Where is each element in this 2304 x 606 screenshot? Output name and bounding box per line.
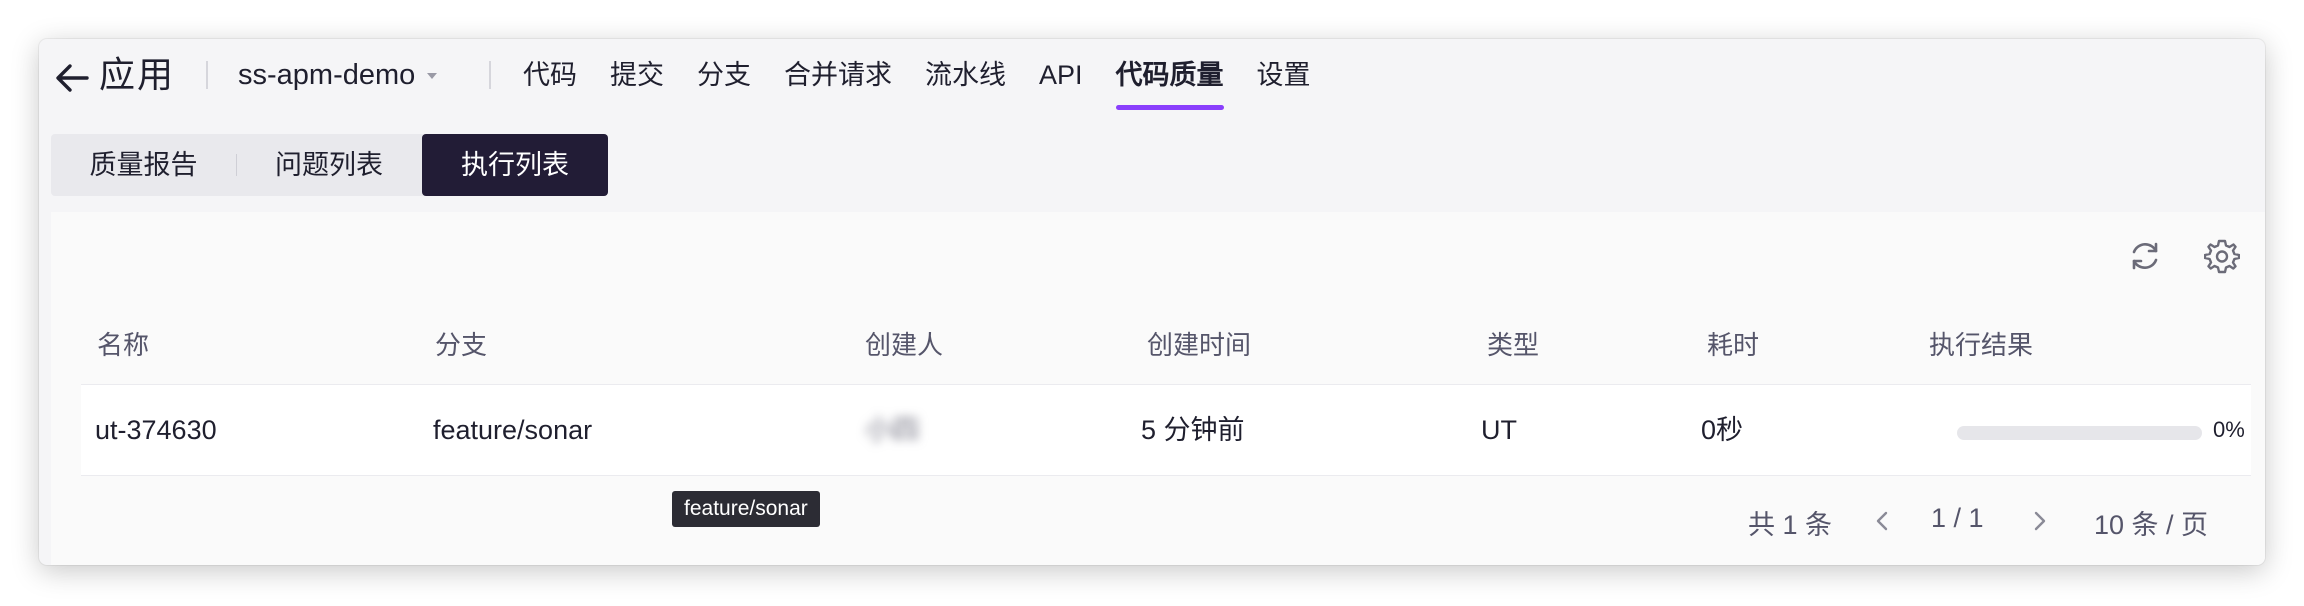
column-header-result: 执行结果 — [1929, 329, 2034, 360]
column-header-duration: 耗时 — [1707, 329, 1760, 360]
cell-branch[interactable]: feature/sonar — [433, 385, 592, 475]
column-header-creator: 创建人 — [865, 329, 944, 360]
prev-page-icon[interactable] — [1871, 509, 1895, 533]
cell-created-time: 5 分钟前 — [1141, 415, 1245, 445]
back-arrow-icon[interactable] — [53, 59, 91, 97]
pagination-page-size[interactable]: 10 条 / 页 — [2094, 503, 2208, 542]
result-progress-bar — [1957, 426, 2202, 440]
divider — [489, 61, 491, 89]
cell-name[interactable]: ut-374630 — [95, 385, 217, 475]
sub-tabs: 质量报告 问题列表 执行列表 — [51, 134, 608, 196]
nav-tab-commits[interactable]: 提交 — [610, 51, 664, 99]
nav-tab-code-quality[interactable]: 代码质量 — [1115, 51, 1224, 110]
table-row[interactable]: ut-374630 feature/sonar 小四 5 分钟前 UT 0秒 0… — [81, 385, 2251, 476]
column-header-name: 名称 — [97, 329, 150, 360]
subtab-quality-report[interactable]: 质量报告 — [51, 134, 236, 196]
caret-down-icon — [427, 73, 438, 79]
settings-gear-icon[interactable] — [2204, 238, 2240, 274]
column-header-branch: 分支 — [435, 329, 488, 360]
project-selector[interactable]: ss-apm-demo — [238, 51, 439, 99]
nav-tab-pipelines[interactable]: 流水线 — [925, 51, 1006, 99]
nav-tab-code[interactable]: 代码 — [523, 51, 577, 99]
nav-tab-merge-requests[interactable]: 合并请求 — [784, 51, 892, 99]
nav-tab-settings[interactable]: 设置 — [1257, 51, 1311, 99]
divider — [206, 61, 208, 89]
nav-tab-api[interactable]: API — [1039, 51, 1083, 99]
cell-duration: 0秒 — [1701, 415, 1744, 445]
top-navigation: 应用 ss-apm-demo 代码 提交 分支 合并请求 流水线 API 代码质… — [39, 39, 2265, 149]
next-page-icon[interactable] — [2027, 509, 2051, 533]
cell-type: UT — [1481, 415, 1517, 445]
result-progress-label: 0% — [2213, 417, 2245, 442]
execution-table: 名称 分支 创建人 创建时间 类型 耗时 执行结果 ut-374630 feat… — [81, 302, 2251, 476]
refresh-icon[interactable] — [2127, 238, 2163, 274]
column-header-type: 类型 — [1487, 329, 1540, 360]
execution-list-card: 名称 分支 创建人 创建时间 类型 耗时 执行结果 ut-374630 feat… — [51, 212, 2265, 565]
subtab-execution-list[interactable]: 执行列表 — [422, 134, 608, 196]
project-name: ss-apm-demo — [238, 58, 416, 91]
pagination-page-indicator: 1 / 1 — [1931, 503, 1984, 533]
app-title[interactable]: 应用 — [99, 49, 175, 101]
column-header-created-time: 创建时间 — [1147, 329, 1252, 360]
nav-tab-branches[interactable]: 分支 — [697, 51, 751, 99]
cell-creator: 小四 — [865, 415, 919, 445]
nav-tabs: 代码 提交 分支 合并请求 流水线 API 代码质量 设置 — [523, 51, 1344, 110]
subtab-issue-list[interactable]: 问题列表 — [236, 134, 422, 196]
app-window: 应用 ss-apm-demo 代码 提交 分支 合并请求 流水线 API 代码质… — [39, 39, 2265, 565]
pagination-total: 共 1 条 — [1748, 510, 1833, 540]
table-header: 名称 分支 创建人 创建时间 类型 耗时 执行结果 — [81, 302, 2251, 385]
branch-tooltip: feature/sonar — [672, 491, 820, 527]
